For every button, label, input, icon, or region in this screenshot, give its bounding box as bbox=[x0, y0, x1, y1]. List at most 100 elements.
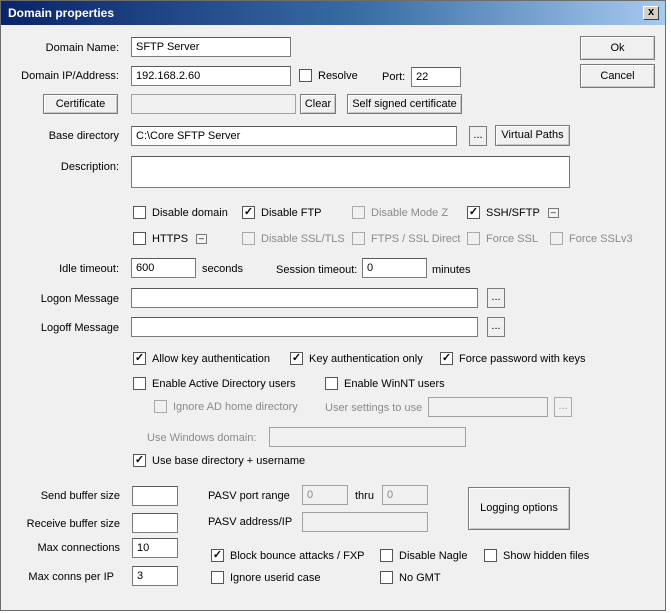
check-icon: ✓ bbox=[211, 549, 224, 562]
checkbox-box bbox=[242, 232, 255, 245]
browse-logon-message-button[interactable]: ... bbox=[487, 288, 505, 308]
logoff-message-input[interactable] bbox=[131, 317, 478, 337]
use-base-dir-username-label: Use base directory + username bbox=[152, 455, 306, 467]
ok-button[interactable]: Ok bbox=[580, 36, 655, 60]
no-gmt-checkbox[interactable]: No GMT bbox=[380, 571, 441, 585]
disable-domain-checkbox[interactable]: Disable domain bbox=[133, 206, 228, 220]
ignore-userid-case-label: Ignore userid case bbox=[230, 572, 321, 584]
enable-ad-users-label: Enable Active Directory users bbox=[152, 378, 296, 390]
checkbox-box bbox=[325, 377, 338, 390]
send-buffer-input[interactable] bbox=[132, 486, 178, 506]
force-ssl-checkbox: Force SSL bbox=[467, 232, 538, 246]
https-settings-icon[interactable]: – bbox=[196, 234, 208, 244]
ssh-sftp-label: SSH/SFTP bbox=[486, 207, 540, 219]
logging-options-button[interactable]: Logging options bbox=[468, 487, 570, 530]
receive-buffer-label: Receive buffer size bbox=[26, 518, 120, 530]
session-timeout-input[interactable]: 0 bbox=[362, 258, 427, 278]
check-icon: ✓ bbox=[467, 206, 480, 219]
checkbox-box bbox=[380, 571, 393, 584]
base-directory-label: Base directory bbox=[48, 130, 119, 142]
key-auth-only-checkbox[interactable]: ✓ Key authentication only bbox=[290, 352, 423, 366]
ftps-ssl-direct-checkbox: FTPS / SSL Direct bbox=[352, 232, 460, 246]
ssh-sftp-checkbox[interactable]: ✓ SSH/SFTP – bbox=[467, 206, 559, 220]
resolve-checkbox[interactable]: Resolve bbox=[299, 69, 358, 83]
check-icon: ✓ bbox=[440, 352, 453, 365]
browse-user-settings-button: ... bbox=[554, 397, 572, 417]
idle-timeout-label: Idle timeout: bbox=[59, 263, 119, 275]
description-label: Description: bbox=[60, 161, 119, 173]
allow-key-auth-checkbox[interactable]: ✓ Allow key authentication bbox=[133, 352, 270, 366]
windows-domain-label: Use Windows domain: bbox=[147, 432, 257, 444]
certificate-path-input bbox=[131, 94, 296, 114]
disable-nagle-label: Disable Nagle bbox=[399, 550, 468, 562]
domain-name-label: Domain Name: bbox=[45, 42, 119, 54]
logon-message-input[interactable] bbox=[131, 288, 478, 308]
checkbox-box bbox=[352, 232, 365, 245]
checkbox-box bbox=[299, 69, 312, 82]
max-connections-input[interactable]: 10 bbox=[132, 538, 178, 558]
domain-name-input[interactable]: SFTP Server bbox=[131, 37, 291, 57]
checkbox-box bbox=[352, 206, 365, 219]
ftps-ssl-direct-label: FTPS / SSL Direct bbox=[371, 233, 461, 245]
user-settings-input bbox=[428, 397, 548, 417]
max-connections-label: Max connections bbox=[37, 542, 120, 554]
pasv-thru-label: thru bbox=[355, 490, 374, 502]
ignore-userid-case-checkbox[interactable]: Ignore userid case bbox=[211, 571, 321, 585]
clear-button[interactable]: Clear bbox=[300, 94, 336, 114]
force-password-keys-checkbox[interactable]: ✓ Force password with keys bbox=[440, 352, 586, 366]
pasv-port-range-label: PASV port range bbox=[208, 490, 290, 502]
certificate-button[interactable]: Certificate bbox=[43, 94, 118, 114]
force-sslv3-label: Force SSLv3 bbox=[569, 233, 633, 245]
windows-domain-input bbox=[269, 427, 466, 447]
enable-ad-users-checkbox[interactable]: Enable Active Directory users bbox=[133, 377, 296, 391]
https-checkbox[interactable]: HTTPS – bbox=[133, 232, 208, 246]
idle-timeout-input[interactable]: 600 bbox=[131, 258, 196, 278]
logon-message-label: Logon Message bbox=[40, 293, 119, 305]
virtual-paths-button[interactable]: Virtual Paths bbox=[495, 125, 570, 146]
https-label: HTTPS bbox=[152, 233, 189, 245]
ignore-ad-home-label: Ignore AD home directory bbox=[173, 401, 298, 413]
domain-ip-input[interactable]: 192.168.2.60 bbox=[131, 66, 291, 86]
ssh-sftp-settings-icon[interactable]: – bbox=[547, 208, 559, 218]
max-conns-per-ip-label: Max conns per IP bbox=[28, 571, 114, 583]
receive-buffer-input[interactable] bbox=[132, 513, 178, 533]
check-icon: ✓ bbox=[133, 454, 146, 467]
pasv-address-input bbox=[302, 512, 428, 532]
enable-winnt-users-checkbox[interactable]: Enable WinNT users bbox=[325, 377, 445, 391]
self-signed-certificate-button[interactable]: Self signed certificate bbox=[347, 94, 462, 114]
checkbox-box bbox=[467, 232, 480, 245]
use-base-dir-username-checkbox[interactable]: ✓ Use base directory + username bbox=[133, 454, 305, 468]
base-directory-input[interactable]: C:\Core SFTP Server bbox=[131, 126, 457, 146]
block-bounce-checkbox[interactable]: ✓ Block bounce attacks / FXP bbox=[211, 549, 365, 563]
browse-logoff-message-button[interactable]: ... bbox=[487, 317, 505, 337]
domain-ip-label: Domain IP/Address: bbox=[21, 70, 119, 82]
idle-timeout-unit: seconds bbox=[202, 263, 243, 275]
pasv-address-label: PASV address/IP bbox=[208, 516, 293, 528]
close-button[interactable]: x bbox=[643, 6, 659, 20]
port-input[interactable]: 22 bbox=[411, 67, 461, 87]
allow-key-auth-label: Allow key authentication bbox=[152, 353, 271, 365]
show-hidden-files-checkbox[interactable]: Show hidden files bbox=[484, 549, 589, 563]
pasv-port-to-input: 0 bbox=[382, 485, 428, 505]
checkbox-box bbox=[154, 400, 167, 413]
disable-ssl-tls-label: Disable SSL/TLS bbox=[261, 233, 345, 245]
port-label: Port: bbox=[382, 71, 406, 83]
browse-base-directory-button[interactable]: ... bbox=[469, 126, 487, 146]
key-auth-only-label: Key authentication only bbox=[309, 353, 423, 365]
disable-nagle-checkbox[interactable]: Disable Nagle bbox=[380, 549, 467, 563]
max-conns-per-ip-input[interactable]: 3 bbox=[132, 566, 178, 586]
cancel-button[interactable]: Cancel bbox=[580, 64, 655, 88]
force-password-keys-label: Force password with keys bbox=[459, 353, 586, 365]
enable-winnt-users-label: Enable WinNT users bbox=[344, 378, 445, 390]
checkbox-box bbox=[550, 232, 563, 245]
disable-domain-label: Disable domain bbox=[152, 207, 228, 219]
description-textarea[interactable] bbox=[131, 156, 570, 188]
window-title: Domain properties bbox=[8, 6, 115, 20]
disable-ftp-checkbox[interactable]: ✓ Disable FTP bbox=[242, 206, 322, 220]
checkbox-box bbox=[211, 571, 224, 584]
no-gmt-label: No GMT bbox=[399, 572, 441, 584]
check-icon: ✓ bbox=[133, 352, 146, 365]
force-sslv3-checkbox: Force SSLv3 bbox=[550, 232, 633, 246]
disable-ssl-tls-checkbox: Disable SSL/TLS bbox=[242, 232, 345, 246]
checkbox-box bbox=[133, 206, 146, 219]
